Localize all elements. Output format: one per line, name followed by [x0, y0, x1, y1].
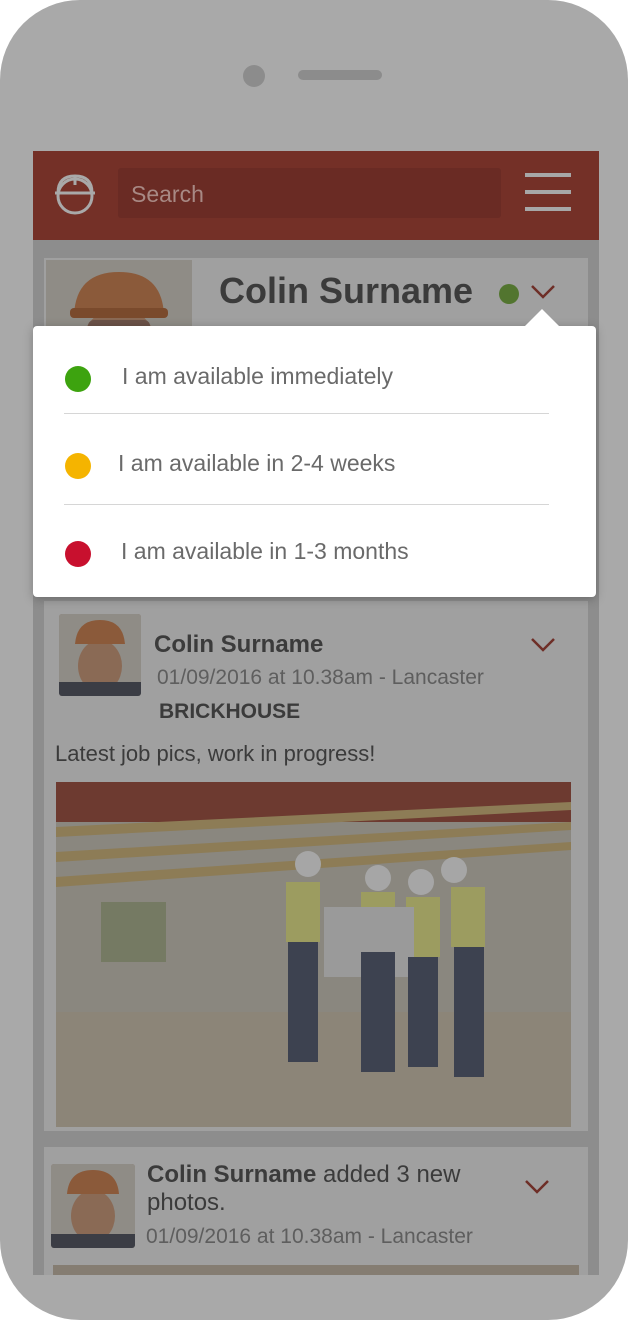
profile-name: Colin Surname	[219, 270, 474, 311]
divider	[64, 504, 549, 505]
post-author[interactable]: Colin Surname	[147, 1161, 316, 1188]
post-meta: 01/09/2016 at 10.38am - Lancaster	[157, 666, 484, 689]
post-author[interactable]: Colin Surname	[154, 631, 323, 659]
hard-hat-logo-icon[interactable]	[53, 171, 97, 215]
post-meta: 01/09/2016 at 10.38am - Lancaster	[146, 1225, 473, 1248]
post-avatar[interactable]	[59, 614, 141, 696]
green-status-dot	[65, 366, 91, 392]
option-label: I am available in 2-4 weeks	[118, 450, 396, 476]
post-company[interactable]: BRICKHOUSE	[159, 700, 300, 724]
post-avatar[interactable]	[51, 1164, 135, 1248]
divider	[64, 413, 549, 414]
post-text: Latest job pics, work in progress!	[55, 741, 376, 766]
chevron-down-icon[interactable]	[524, 1179, 550, 1195]
status-dot[interactable]	[499, 284, 519, 304]
top-bar: Search	[33, 151, 599, 240]
camera-icon	[243, 65, 265, 87]
availability-option-1-3-months[interactable]: I am available in 1-3 months	[33, 506, 596, 592]
chevron-down-icon[interactable]	[530, 284, 556, 300]
search-input[interactable]: Search	[118, 168, 501, 218]
search-placeholder: Search	[131, 181, 204, 207]
availability-dropdown: I am available immediately I am availabl…	[33, 326, 596, 597]
speaker-icon	[298, 70, 382, 80]
post-photo[interactable]	[56, 782, 571, 1127]
dropdown-caret	[525, 309, 559, 326]
feed-post: Colin Surname added 3 new photos. 01/09/…	[44, 1147, 588, 1275]
yellow-status-dot	[65, 453, 91, 479]
post-headline: Colin Surname added 3 new photos.	[147, 1161, 477, 1217]
option-label: I am available immediately	[122, 363, 394, 389]
photo-strip[interactable]	[53, 1265, 579, 1275]
feed-post: Colin Surname 01/09/2016 at 10.38am - La…	[44, 601, 588, 1131]
availability-option-immediately[interactable]: I am available immediately	[33, 331, 596, 417]
option-label: I am available in 1-3 months	[121, 538, 409, 564]
red-status-dot	[65, 541, 91, 567]
chevron-down-icon[interactable]	[530, 637, 556, 653]
app-screen: Search Colin Surname Colin Surname 01/09…	[33, 151, 599, 1275]
hamburger-menu-icon[interactable]	[525, 173, 571, 211]
availability-option-2-4-weeks[interactable]: I am available in 2-4 weeks	[33, 418, 596, 504]
